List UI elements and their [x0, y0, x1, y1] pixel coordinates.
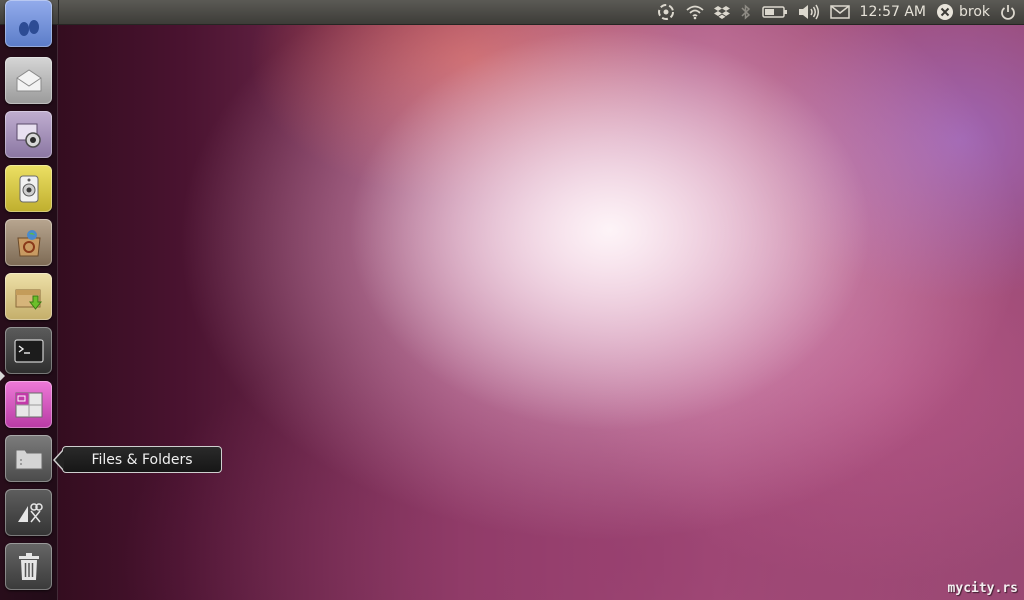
power-icon[interactable] — [995, 0, 1024, 24]
tooltip-label: Files & Folders — [91, 451, 193, 468]
launcher-item-installer[interactable] — [5, 273, 52, 320]
webcam-icon — [16, 123, 41, 148]
workspace-switcher-icon — [15, 392, 42, 417]
launcher-item-files[interactable] — [5, 435, 52, 482]
watermark: mycity.rs — [947, 581, 1018, 596]
battery-icon[interactable] — [757, 0, 793, 24]
envelope-icon — [16, 68, 41, 91]
dropbox-icon[interactable] — [709, 0, 735, 24]
chat-feet-icon — [18, 19, 39, 36]
username-label: brok — [958, 4, 990, 20]
top-panel: 12:57 AM brok — [0, 0, 1024, 25]
ubuntu-one-icon[interactable] — [651, 0, 681, 24]
launcher-item-cheese[interactable] — [5, 111, 52, 158]
folder-icon — [15, 449, 42, 469]
clock-label: 12:57 AM — [859, 4, 926, 20]
shopping-bag-icon — [16, 229, 41, 256]
launcher-item-empathy[interactable] — [5, 0, 52, 47]
launcher-item-applications[interactable] — [5, 489, 52, 536]
applications-icon — [17, 502, 43, 522]
trash-icon — [18, 552, 39, 580]
launcher-item-music[interactable] — [5, 165, 52, 212]
terminal-icon — [13, 338, 44, 363]
launcher — [0, 0, 58, 600]
desktop-wallpaper — [0, 0, 1024, 600]
session-user-menu[interactable]: brok — [931, 0, 995, 24]
launcher-tooltip: Files & Folders — [62, 446, 222, 473]
active-app-indicator — [0, 371, 5, 381]
speaker-icon — [19, 175, 38, 202]
package-download-icon — [15, 289, 42, 310]
launcher-item-mail[interactable] — [5, 57, 52, 104]
launcher-item-workspaces[interactable] — [5, 381, 52, 428]
launcher-item-software-center[interactable] — [5, 219, 52, 266]
mail-icon[interactable] — [825, 0, 855, 24]
volume-icon[interactable] — [793, 0, 825, 24]
wifi-icon[interactable] — [681, 0, 709, 24]
session-user-icon — [936, 4, 953, 20]
bluetooth-icon[interactable] — [735, 0, 757, 24]
clock[interactable]: 12:57 AM — [855, 0, 931, 24]
launcher-item-trash[interactable] — [5, 543, 52, 590]
launcher-item-terminal[interactable] — [5, 327, 52, 374]
